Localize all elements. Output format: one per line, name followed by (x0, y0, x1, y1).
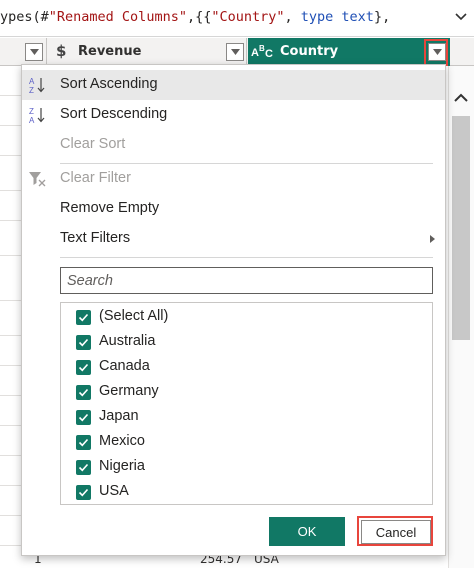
formula-text[interactable]: ypes(#"Renamed Columns",{{"Country", typ… (0, 9, 390, 25)
menu-item-label: Clear Sort (60, 136, 126, 152)
submenu-arrow-icon (430, 235, 435, 243)
menu-item-label: Text Filters (60, 230, 131, 246)
list-item[interactable]: Germany (61, 380, 432, 405)
menu-item-label: Clear Filter (60, 170, 131, 186)
svg-text:A: A (29, 116, 35, 124)
value-list[interactable]: (Select All) Australia Canada Germany Ja… (60, 302, 433, 505)
checkbox-checked[interactable] (76, 385, 91, 400)
scroll-up-icon[interactable] (451, 88, 471, 108)
row-divider (0, 300, 22, 301)
cancel-button-highlight (357, 516, 433, 546)
checkbox-checked[interactable] (76, 435, 91, 450)
list-item[interactable]: Canada (61, 355, 432, 380)
row-divider (0, 335, 22, 336)
checkbox-checked[interactable] (76, 485, 91, 500)
checkbox-checked[interactable] (76, 360, 91, 375)
row-divider (0, 515, 22, 516)
checkbox-checked[interactable] (76, 410, 91, 425)
row-divider (0, 425, 22, 426)
svg-text:Z: Z (29, 107, 34, 116)
menu-item-label: Sort Ascending (60, 76, 158, 92)
column-name: Revenue (78, 44, 142, 59)
check-icon (78, 438, 89, 447)
text-type-icon[interactable]: A B C (251, 43, 275, 61)
checkbox-checked[interactable] (76, 335, 91, 350)
row-divider (0, 455, 22, 456)
svg-text:Z: Z (29, 86, 34, 94)
row-divider (0, 190, 22, 191)
check-icon (78, 413, 89, 422)
ok-button[interactable]: OK (269, 517, 345, 546)
check-icon (78, 313, 89, 322)
clear-filter-icon (29, 172, 46, 187)
list-item-label: Australia (99, 333, 156, 349)
row-divider (0, 155, 22, 156)
scrollbar-thumb[interactable] (452, 116, 470, 340)
list-item[interactable]: Nigeria (61, 455, 432, 480)
column-name: Country (280, 44, 339, 59)
checkbox-checked[interactable] (76, 460, 91, 475)
row-divider (0, 255, 22, 256)
check-icon (78, 363, 89, 372)
list-item-label: Germany (99, 383, 159, 399)
row-divider (0, 365, 22, 366)
svg-text:C: C (265, 48, 273, 60)
list-item[interactable]: USA (61, 480, 432, 505)
menu-item-label: Remove Empty (60, 200, 160, 216)
list-item-label: USA (99, 483, 129, 499)
triangle-down-icon (230, 49, 240, 55)
revenue-filter-button[interactable] (226, 43, 244, 61)
menu-item-sort-ascending[interactable]: A Z Sort Ascending (22, 70, 445, 100)
column-header-country[interactable]: A B C Country (248, 38, 450, 66)
list-item[interactable]: Australia (61, 330, 432, 355)
check-icon (78, 488, 89, 497)
list-item[interactable]: Mexico (61, 430, 432, 455)
list-item-label: Canada (99, 358, 150, 374)
menu-item-clear-filter[interactable]: Clear Filter (22, 164, 445, 194)
row-divider (0, 95, 22, 96)
sort-descending-icon: Z A (29, 107, 45, 124)
menu-item-remove-empty[interactable]: Remove Empty (22, 194, 445, 224)
menu-item-label: Sort Descending (60, 106, 168, 122)
expand-formula-bar-icon[interactable] (454, 10, 468, 24)
search-input[interactable] (61, 268, 432, 293)
triangle-down-icon (29, 49, 39, 55)
menu-separator (60, 257, 433, 258)
column-filter-button[interactable] (25, 43, 43, 61)
filter-dropdown-menu: A Z Sort Ascending Z A Sort Descending C… (21, 64, 446, 556)
list-item-label: Mexico (99, 433, 145, 449)
check-icon (78, 388, 89, 397)
row-divider (0, 125, 22, 126)
row-divider (0, 220, 22, 221)
list-item-label: Japan (99, 408, 139, 424)
row-divider (0, 545, 22, 546)
filter-button-highlight (424, 39, 448, 66)
svg-text:A: A (29, 77, 35, 86)
check-icon (78, 463, 89, 472)
list-item-select-all[interactable]: (Select All) (61, 305, 432, 330)
currency-type-icon[interactable]: $ (56, 42, 66, 60)
svg-text:A: A (251, 47, 259, 59)
menu-item-sort-descending[interactable]: Z A Sort Descending (22, 100, 445, 130)
list-item[interactable]: Japan (61, 405, 432, 430)
list-item-label: Nigeria (99, 458, 145, 474)
row-divider (0, 395, 22, 396)
menu-item-text-filters[interactable]: Text Filters (22, 224, 445, 254)
sort-ascending-icon: A Z (29, 77, 45, 94)
check-icon (78, 338, 89, 347)
column-header-revenue[interactable]: $ Revenue (48, 38, 247, 66)
menu-item-clear-sort[interactable]: Clear Sort (22, 130, 445, 160)
grid-header: $ Revenue A B C Country (0, 38, 474, 66)
row-divider (0, 485, 22, 486)
list-item-label: (Select All) (99, 308, 169, 324)
search-box[interactable] (60, 267, 433, 294)
checkbox-checked[interactable] (76, 310, 91, 325)
formula-bar[interactable]: ypes(#"Renamed Columns",{{"Country", typ… (0, 0, 474, 37)
column-header-previous (0, 38, 47, 66)
